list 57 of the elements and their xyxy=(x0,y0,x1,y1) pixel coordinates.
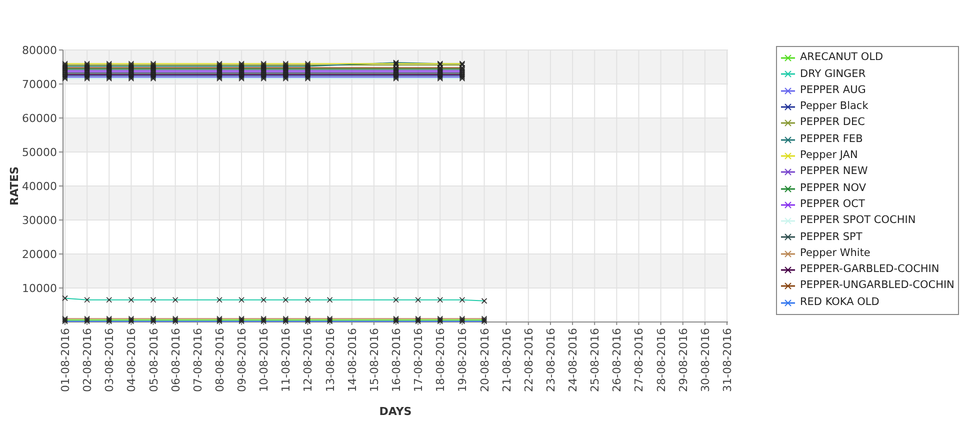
x-tick-label: 25-08-2016 xyxy=(588,328,602,392)
x-tick-label: 29-08-2016 xyxy=(676,328,690,392)
y-axis-title: RATES xyxy=(8,166,21,206)
legend-label: PEPPER FEB xyxy=(800,132,863,147)
x-tick-label: 20-08-2016 xyxy=(478,328,492,392)
legend-label: PEPPER SPT xyxy=(800,230,862,245)
legend-label: Pepper JAN xyxy=(800,148,858,164)
x-tick-label: 08-08-2016 xyxy=(213,328,226,392)
legend-label: RED KOKA OLD xyxy=(800,294,880,310)
x-tick-label: 22-08-2016 xyxy=(522,328,536,392)
x-tick-label: 30-08-2016 xyxy=(698,328,712,392)
y-tick-label: 80000 xyxy=(22,44,57,57)
x-tick-label: 31-08-2016 xyxy=(721,328,734,392)
x-tick-label: 13-08-2016 xyxy=(324,328,337,392)
x-tick-label: 12-08-2016 xyxy=(302,328,315,392)
y-tick-label: 40000 xyxy=(22,180,57,193)
legend-label: PEPPER-GARBLED-COCHIN xyxy=(800,262,940,278)
x-tick-label: 03-08-2016 xyxy=(103,328,116,392)
x-tick-label: 19-08-2016 xyxy=(456,328,470,392)
x-tick-label: 26-08-2016 xyxy=(610,328,624,392)
legend-label: PEPPER OCT xyxy=(800,196,865,212)
x-tick-label: 17-08-2016 xyxy=(412,328,426,392)
x-tick-label: 24-08-2016 xyxy=(566,328,580,392)
y-tick-label: 30000 xyxy=(22,214,57,227)
legend-label: Pepper Black xyxy=(800,99,868,114)
y-tick-label: 60000 xyxy=(22,112,57,125)
y-tick-label: 70000 xyxy=(22,78,57,91)
x-tick-label: 11-08-2016 xyxy=(280,328,293,392)
x-tick-label: 09-08-2016 xyxy=(236,328,249,392)
y-tick-label: 20000 xyxy=(22,248,57,261)
x-tick-label: 05-08-2016 xyxy=(147,328,160,392)
legend-label: PEPPER AUG xyxy=(800,82,866,98)
legend-label: PEPPER NEW xyxy=(800,164,868,180)
legend-label: PEPPER DEC xyxy=(800,115,865,130)
x-tick-label: 15-08-2016 xyxy=(368,328,381,392)
x-tick-label: 21-08-2016 xyxy=(500,328,514,392)
x-tick-label: 28-08-2016 xyxy=(654,328,668,392)
x-tick-label: 10-08-2016 xyxy=(258,328,271,392)
x-tick-label: 07-08-2016 xyxy=(191,328,204,392)
x-tick-label: 01-08-2016 xyxy=(59,328,72,392)
x-tick-label: 04-08-2016 xyxy=(125,328,138,392)
x-tick-label: 18-08-2016 xyxy=(434,328,448,392)
legend-label: PEPPER-UNGARBLED-COCHIN xyxy=(800,278,954,294)
legend-label: ARECANUT OLD xyxy=(800,50,884,66)
x-tick-label: 16-08-2016 xyxy=(390,328,403,392)
legend-label: DRY GINGER xyxy=(800,66,866,82)
x-axis-title: DAYS xyxy=(379,405,412,418)
x-tick-label: 06-08-2016 xyxy=(169,328,182,392)
legend-label: Pepper White xyxy=(800,246,870,261)
x-tick-label: 27-08-2016 xyxy=(632,328,646,392)
legend-label: PEPPER NOV xyxy=(800,180,866,196)
legend-label: PEPPER SPOT COCHIN xyxy=(800,213,916,228)
x-tick-label: 02-08-2016 xyxy=(81,328,94,392)
y-tick-label: 10000 xyxy=(22,282,57,295)
y-tick-label: 50000 xyxy=(22,146,57,159)
x-tick-label: 14-08-2016 xyxy=(346,328,359,392)
x-tick-label: 23-08-2016 xyxy=(544,328,558,392)
